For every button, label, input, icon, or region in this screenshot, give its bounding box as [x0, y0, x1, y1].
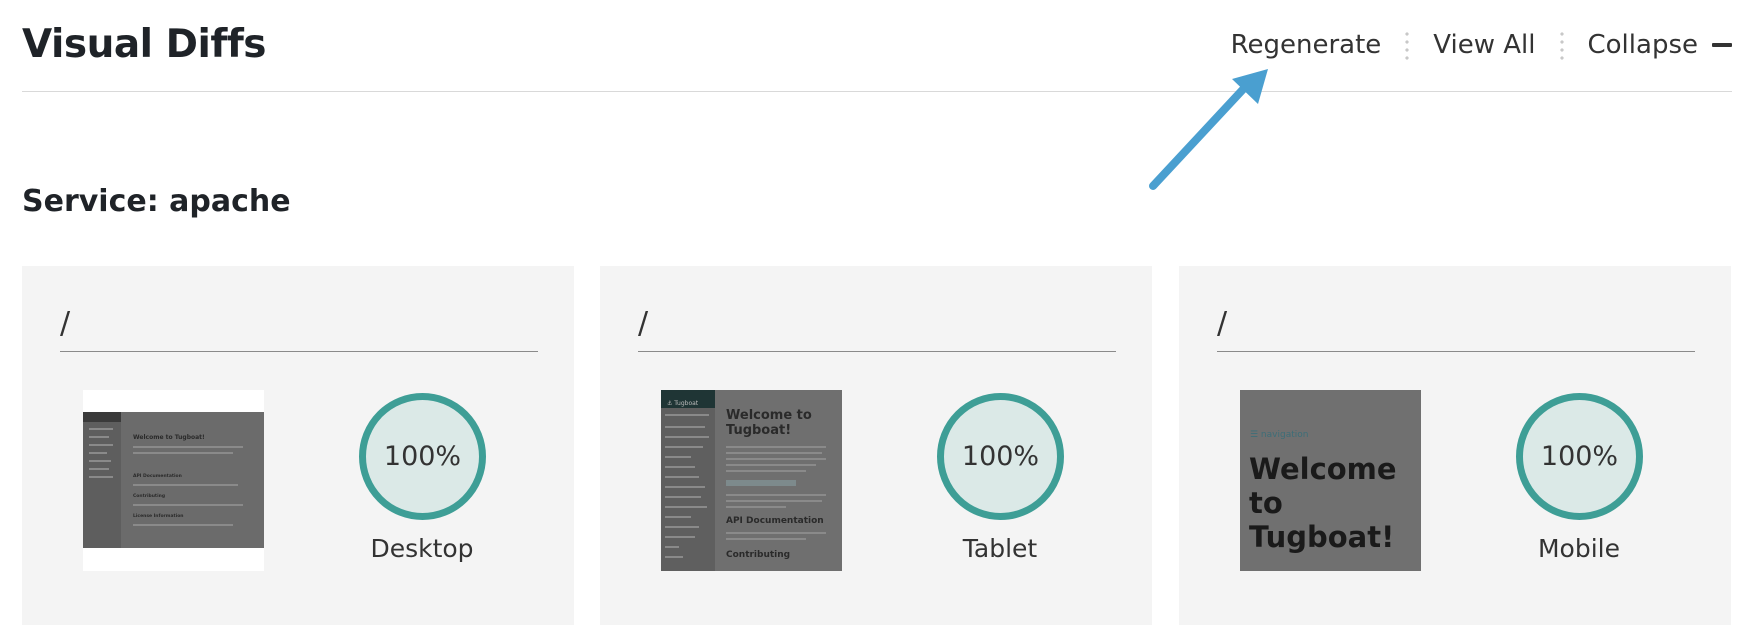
annotation-arrow-icon	[1149, 69, 1268, 190]
service-title: Service: apache	[22, 184, 291, 219]
mobile-screenshot-thumbnail[interactable]: ☰ navigation Welcome to Tugboat!	[1240, 390, 1421, 571]
mobile-thumb-title-line: Welcome	[1249, 452, 1397, 486]
desktop-thumb-heading: Contributing	[133, 494, 166, 499]
minus-icon	[1712, 43, 1732, 47]
tablet-thumb-screen: ⚓ Tugboat Welcome to Tugboat! API Docume…	[661, 390, 842, 571]
tablet-thumb-title-line: Tugboat!	[726, 423, 792, 438]
card-path: /	[638, 306, 1116, 352]
header: Visual Diffs Regenerate View All Collaps…	[22, 0, 1732, 92]
mobile-thumb-screen: ☰ navigation Welcome to Tugboat!	[1240, 390, 1421, 571]
tablet-thumb-title: Welcome to Tugboat!	[726, 408, 812, 438]
diff-card-tablet: / ⚓ Tugboat Welcome to Tugboat! API Docu…	[600, 266, 1152, 625]
card-path: /	[60, 306, 538, 352]
tablet-thumb-heading: Contributing	[726, 550, 791, 560]
tablet-thumb-sidebar: ⚓ Tugboat	[661, 390, 715, 571]
similarity-gauge: 100%	[937, 393, 1064, 520]
action-separator	[1405, 30, 1410, 60]
similarity-percent: 100%	[1540, 441, 1619, 472]
similarity-gauge: 100%	[359, 393, 486, 520]
desktop-thumb-heading: API Documentation	[133, 474, 182, 479]
desktop-thumb-sidebar	[83, 412, 121, 548]
regenerate-button[interactable]: Regenerate	[1231, 30, 1382, 60]
desktop-screenshot-thumbnail[interactable]: Welcome to Tugboat! API Documentation Co…	[83, 390, 264, 571]
desktop-thumb-title: Welcome to Tugboat!	[133, 434, 205, 441]
similarity-percent: 100%	[383, 441, 462, 472]
mobile-thumb-title-line: Tugboat!	[1249, 520, 1395, 554]
tablet-thumb-heading: API Documentation	[726, 516, 824, 526]
device-label: Tablet	[962, 534, 1038, 563]
tablet-thumb-title-line: Welcome to	[726, 408, 812, 423]
device-label: Mobile	[1537, 534, 1620, 563]
desktop-thumb-screen: Welcome to Tugboat! API Documentation Co…	[83, 412, 264, 548]
diff-card-mobile: / ☰ navigation Welcome to Tugboat! 100% …	[1179, 266, 1731, 625]
page-title: Visual Diffs	[22, 22, 267, 67]
mobile-thumb-title: Welcome to Tugboat!	[1249, 452, 1397, 554]
tablet-screenshot-thumbnail[interactable]: ⚓ Tugboat Welcome to Tugboat! API Docume…	[661, 390, 842, 571]
card-path: /	[1217, 306, 1695, 352]
header-actions: Regenerate View All Collapse	[1231, 30, 1732, 60]
collapse-button[interactable]: Collapse	[1587, 30, 1732, 60]
tablet-thumb-brand: ⚓ Tugboat	[667, 400, 699, 407]
collapse-label: Collapse	[1587, 30, 1699, 60]
mobile-thumb-title-line: to	[1249, 486, 1283, 520]
mobile-thumb-nav: ☰ navigation	[1250, 430, 1309, 440]
action-separator	[1559, 30, 1564, 60]
view-all-button[interactable]: View All	[1433, 30, 1535, 60]
device-label: Desktop	[370, 534, 474, 563]
desktop-thumb-heading: License Information	[133, 514, 184, 519]
similarity-gauge: 100%	[1516, 393, 1643, 520]
diff-card-desktop: / Welcome to Tugboat! API Documentation …	[22, 266, 574, 625]
similarity-percent: 100%	[961, 441, 1040, 472]
